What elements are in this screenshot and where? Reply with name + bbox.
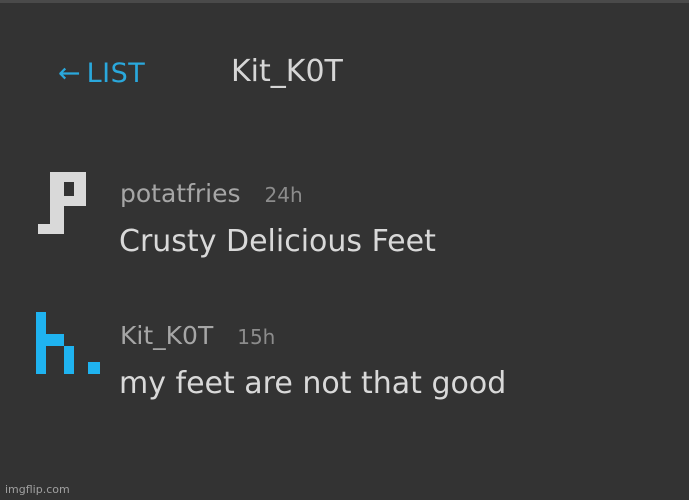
conversation-title: Kit_K0T xyxy=(231,54,343,89)
back-label: LIST xyxy=(86,58,146,89)
imgflip-watermark: imgflip.com xyxy=(5,483,70,496)
letter-p-pixel-icon[interactable] xyxy=(36,170,100,234)
message-meta: Kit_K0T 15h xyxy=(120,316,275,356)
message-username[interactable]: Kit_K0T xyxy=(120,316,213,356)
message-text: my feet are not that good xyxy=(119,366,507,401)
message-item: Kit_K0T 15h my feet are not that good xyxy=(0,312,689,412)
window-top-border xyxy=(0,0,689,3)
conversation-header: ← LIST Kit_K0T xyxy=(0,52,689,96)
message-timestamp: 15h xyxy=(237,325,276,349)
back-to-list-button[interactable]: ← LIST xyxy=(58,56,145,92)
message-item: potatfries 24h Crusty Delicious Feet xyxy=(0,170,689,270)
message-meta: potatfries 24h xyxy=(120,174,303,214)
message-text: Crusty Delicious Feet xyxy=(119,224,436,259)
message-timestamp: 24h xyxy=(264,183,303,207)
left-arrow-icon: ← xyxy=(58,58,81,89)
letter-k-pixel-icon[interactable] xyxy=(36,312,100,376)
message-username[interactable]: potatfries xyxy=(120,174,241,214)
